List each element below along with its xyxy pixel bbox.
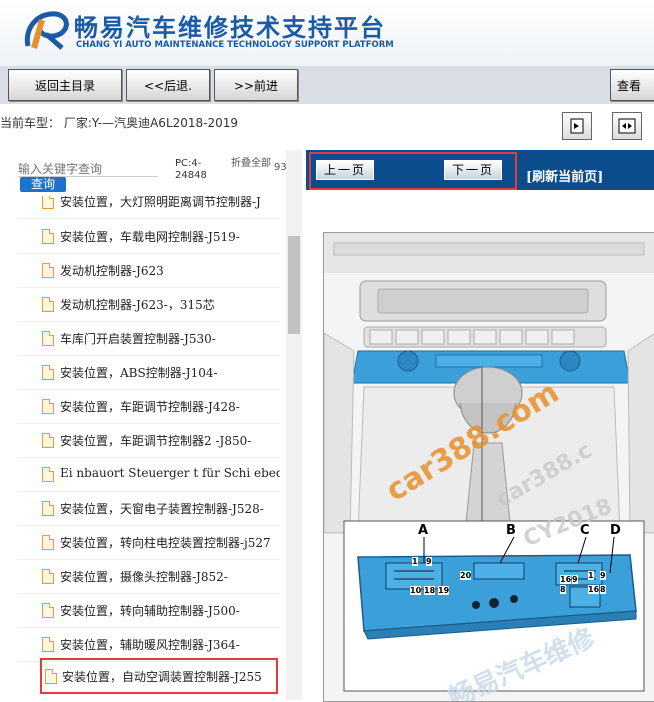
search-input[interactable] [18, 162, 158, 177]
extra-label: 93 [274, 162, 287, 173]
list-item[interactable]: Ei nbauort Steuerger t für Schi ebedach … [18, 457, 280, 492]
document-icon [42, 263, 54, 278]
doc-toolbar: 上一页 下一页 [刷新当前页] [306, 150, 654, 190]
pin-label: 16 [588, 585, 600, 594]
nav-bar: 返回主目录 <<后退. >>前进 查看 [0, 66, 654, 104]
pin-label: 9 [426, 557, 432, 566]
list-item[interactable]: 安装位置，天窗电子装置控制器-J528- [18, 491, 280, 526]
document-icon [42, 467, 54, 482]
document-icon [42, 331, 54, 346]
search-button[interactable]: 查询 [20, 177, 66, 192]
document-icon [42, 433, 54, 448]
pin-label: 9 [572, 575, 578, 584]
single-pane-button[interactable] [562, 112, 592, 140]
list-item[interactable]: 安装位置，ABS控制器-J104- [18, 355, 280, 390]
pin-label: 10 [410, 586, 422, 595]
list-item-selected[interactable]: 安装位置，自动空调装置控制器-J255 [40, 658, 278, 694]
document-icon [42, 603, 54, 618]
document-icon [42, 535, 54, 550]
console-illustration [324, 233, 654, 701]
list-item[interactable]: 发动机控制器-J623-，315芯 [18, 287, 280, 322]
list-item[interactable]: 安装位置，摄像头控制器-J852- [18, 559, 280, 594]
list-item[interactable]: 安装位置，转向辅助控制器-J500- [18, 593, 280, 628]
pin-label: 18 [424, 586, 436, 595]
document-icon [42, 229, 54, 244]
list-item[interactable]: 安装位置，车距调节控制器2 -J850- [18, 423, 280, 458]
document-icon [42, 399, 54, 414]
document-icon [42, 297, 54, 312]
pin-label: 16 [560, 575, 572, 584]
logo-icon [24, 11, 69, 50]
app-subtitle: CHANG YI AUTO MAINTENANCE TECHNOLOGY SUP… [76, 40, 394, 50]
pc-code-label: PC:4-24848 [175, 158, 207, 181]
document-icon [45, 669, 57, 684]
document-icon [42, 637, 54, 652]
highlight-box [309, 152, 517, 190]
car-info-bar: 当前车型： 厂家:Y-—汽奥迪A6L2018-2019 [0, 104, 654, 150]
current-car-label: 当前车型： 厂家:Y-—汽奥迪A6L2018-2019 [0, 116, 239, 130]
document-icon [42, 569, 54, 584]
list-item[interactable]: 安装位置，大灯照明距离调节控制器-J [18, 196, 280, 219]
document-icon [42, 501, 54, 516]
scrollbar-thumb[interactable] [288, 236, 300, 334]
callout-b: B [506, 523, 516, 538]
pin-label: 8 [560, 585, 566, 594]
app-header: 畅易汽车维修技术支持平台 CHANG YI AUTO MAINTENANCE T… [0, 0, 654, 66]
pin-label: 1 [412, 557, 418, 566]
document-icon [42, 196, 54, 209]
view-button[interactable]: 查看 [610, 69, 654, 101]
document-icon [42, 365, 54, 380]
pin-label: 8 [600, 585, 606, 594]
single-pane-icon [570, 118, 584, 134]
list-item[interactable]: 车库门开启装置控制器-J530- [18, 321, 280, 356]
sidebar: 查询 PC:4-24848 折叠全部 93 安装位置，大灯照明距离调节控制器-J… [0, 150, 302, 700]
callout-d: D [610, 523, 621, 538]
list-item[interactable]: 安装位置，辅助暖风控制器-J364- [18, 627, 280, 662]
split-pane-icon [618, 118, 636, 134]
pin-label: 1 [588, 571, 594, 580]
document-page: A B C D 1 9 10 18 19 20 16 8 1 9 16 8 9 … [323, 232, 654, 702]
back-button[interactable]: <<后退. [126, 69, 210, 101]
collapse-all-link[interactable]: 折叠全部 [231, 158, 271, 170]
tree-list: 安装位置，大灯照明距离调节控制器-J 安装位置，车载电网控制器-J519- 发动… [0, 196, 286, 700]
list-item[interactable]: 安装位置，转向柱电控装置控制器-j527 [18, 525, 280, 560]
refresh-page-link[interactable]: [刷新当前页] [526, 166, 603, 185]
callout-a: A [418, 523, 429, 538]
home-button[interactable]: 返回主目录 [8, 69, 122, 101]
pin-label: 20 [460, 571, 472, 580]
document-viewer: 上一页 下一页 [刷新当前页] A B C D 1 9 10 18 19 20 … [306, 150, 654, 702]
search-area: 查询 PC:4-24848 折叠全部 93 [0, 150, 287, 196]
list-item[interactable]: 安装位置，车载电网控制器-J519- [18, 219, 280, 254]
list-item[interactable]: 安装位置，车距调节控制器-J428- [18, 389, 280, 424]
sidebar-scrollbar[interactable] [286, 150, 302, 700]
forward-button[interactable]: >>前进 [214, 69, 298, 101]
pin-label: 9 [600, 571, 606, 580]
pin-label: 19 [438, 586, 450, 595]
split-pane-button[interactable] [612, 112, 642, 140]
app-title: 畅易汽车维修技术支持平台 [74, 14, 386, 42]
list-item[interactable]: 发动机控制器-J623 [18, 253, 280, 288]
